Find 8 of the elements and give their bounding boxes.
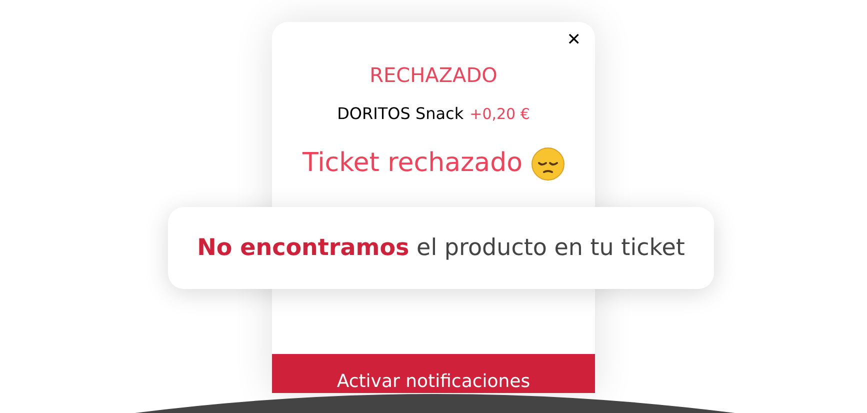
rejection-message: Ticket rechazado	[302, 147, 522, 180]
close-button[interactable]: ✕	[562, 28, 585, 53]
amount-label: +0,20 €	[470, 104, 530, 125]
toast-message: No encontramos el producto en tu ticket	[197, 234, 685, 263]
pensive-face-icon	[530, 146, 564, 180]
activate-notifications-button[interactable]: Activar notificaciones	[272, 354, 595, 393]
status-label: RECHAZADO	[370, 62, 498, 89]
product-name: DORITOS Snack	[337, 103, 464, 125]
